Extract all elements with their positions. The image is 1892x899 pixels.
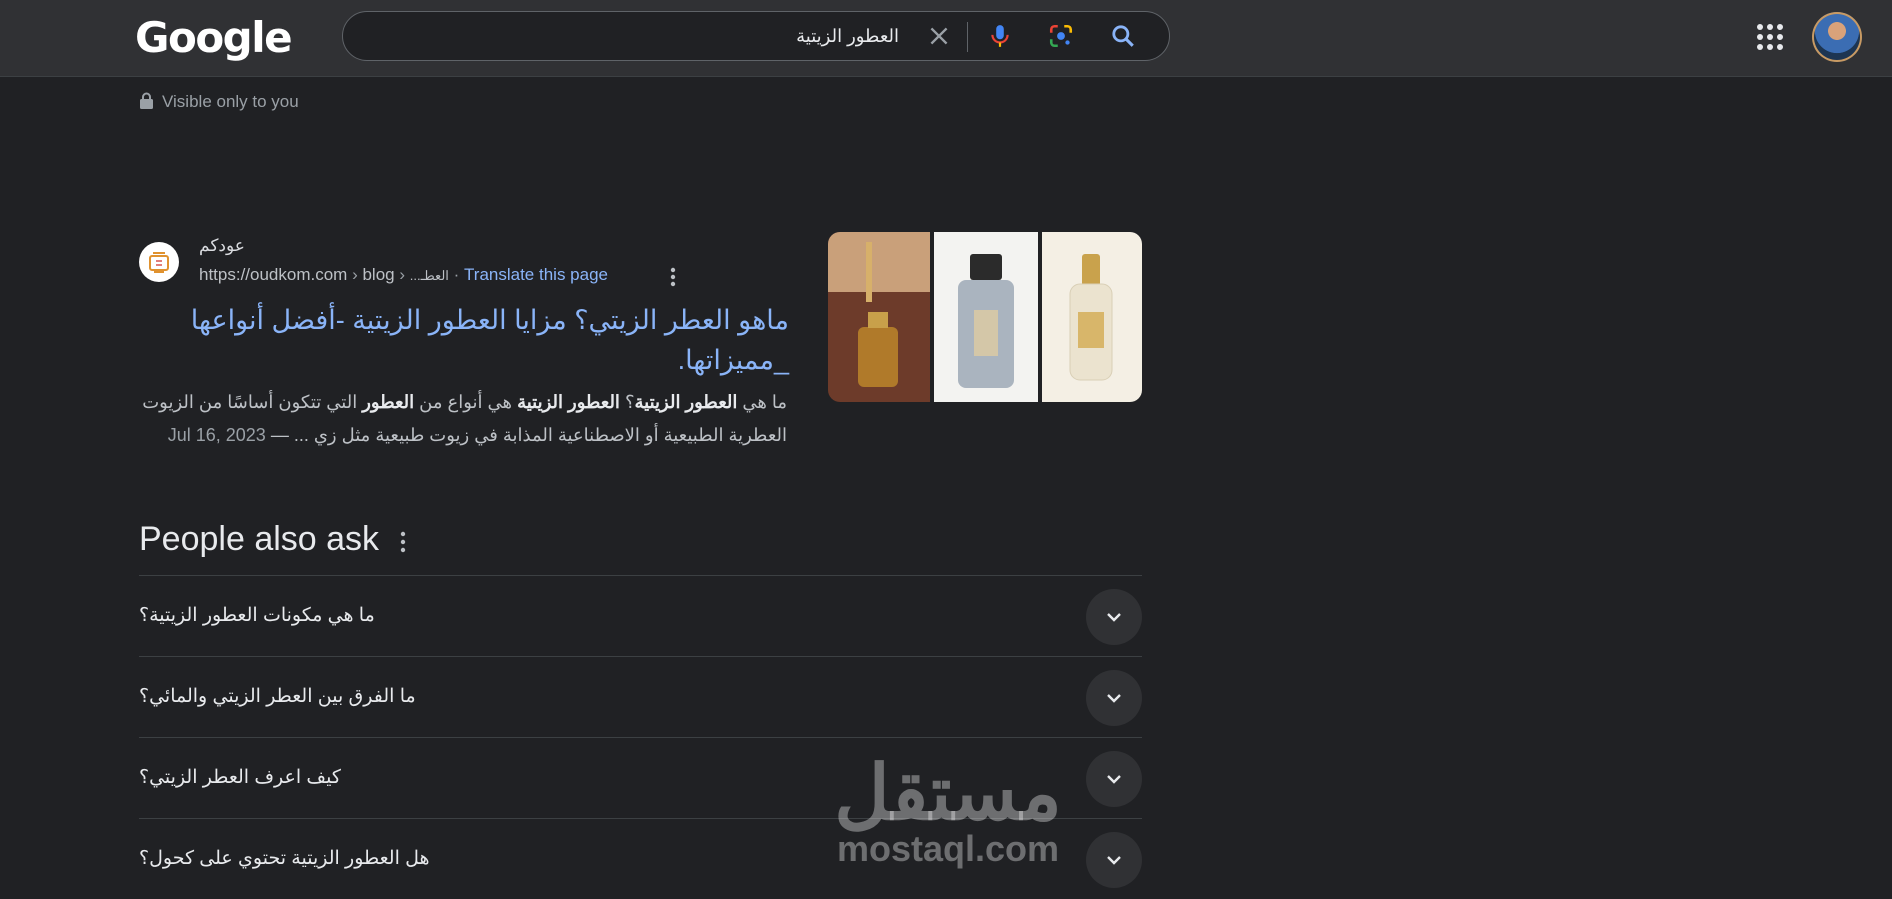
- perfume-thumbnail-1[interactable]: [828, 232, 930, 402]
- chevron-down-icon: [1107, 694, 1121, 703]
- expand-button[interactable]: [1086, 751, 1142, 807]
- visibility-text: Visible only to you: [162, 92, 299, 111]
- search-divider: [967, 22, 968, 52]
- watermark: مستقل mostaql.com: [828, 751, 1068, 869]
- paa-question-row[interactable]: ما الفرق بين العطر الزيتي والمائي؟: [139, 656, 1142, 737]
- search-icon[interactable]: [1110, 23, 1136, 49]
- chevron-down-icon: [1107, 775, 1121, 784]
- paa-question-text: ما هي مكونات العطور الزيتية؟: [139, 605, 375, 626]
- search-box[interactable]: العطور الزيتية: [342, 11, 1170, 61]
- result-thumbnails[interactable]: [828, 232, 1142, 402]
- clear-icon[interactable]: [926, 23, 952, 49]
- url-path-2: ...العطـ: [409, 268, 449, 283]
- apps-grid-icon[interactable]: [1756, 23, 1784, 51]
- result-date: Jul 16, 2023: [167, 425, 266, 445]
- site-favicon[interactable]: [139, 242, 179, 282]
- url-base: https://oudkom.com: [199, 265, 348, 284]
- watermark-arabic: مستقل: [834, 751, 1062, 836]
- url-path-1: blog: [362, 265, 395, 284]
- google-lens-icon[interactable]: [1048, 23, 1074, 49]
- expand-button[interactable]: [1086, 670, 1142, 726]
- translate-link[interactable]: Translate this page: [464, 265, 608, 284]
- perfume-thumbnail-3[interactable]: [1042, 232, 1142, 402]
- lock-icon: [140, 92, 153, 109]
- chevron-down-icon: [1107, 856, 1121, 865]
- expand-button[interactable]: [1086, 832, 1142, 888]
- site-name[interactable]: عودكم: [199, 236, 245, 256]
- google-logo[interactable]: Google: [135, 14, 293, 62]
- result-snippet: ما هي العطور الزيتية؟ العطور الزيتية هي …: [142, 392, 787, 445]
- result-title-link[interactable]: ماهو العطر الزيتي؟ مزايا العطور الزيتية …: [139, 300, 789, 380]
- site-url[interactable]: https://oudkom.com › blog › ...العطـ · T…: [199, 265, 608, 285]
- top-bar: Google العطور الزيتية: [0, 0, 1892, 77]
- perfume-thumbnail-2[interactable]: [934, 232, 1038, 402]
- paa-question-row[interactable]: ما هي مكونات العطور الزيتية؟: [139, 575, 1142, 656]
- people-also-ask-title: People also ask: [139, 520, 380, 558]
- expand-button[interactable]: [1086, 589, 1142, 645]
- more-options-icon[interactable]: [665, 266, 681, 288]
- paa-question-text: ما الفرق بين العطر الزيتي والمائي؟: [139, 686, 416, 707]
- watermark-latin: mostaql.com: [836, 828, 1060, 869]
- visibility-notice: Visible only to you: [139, 91, 299, 113]
- chevron-down-icon: [1107, 613, 1121, 622]
- account-avatar[interactable]: [1812, 12, 1862, 62]
- microphone-icon[interactable]: [987, 23, 1013, 49]
- more-options-icon[interactable]: [396, 530, 410, 554]
- search-input[interactable]: العطور الزيتية: [796, 12, 899, 60]
